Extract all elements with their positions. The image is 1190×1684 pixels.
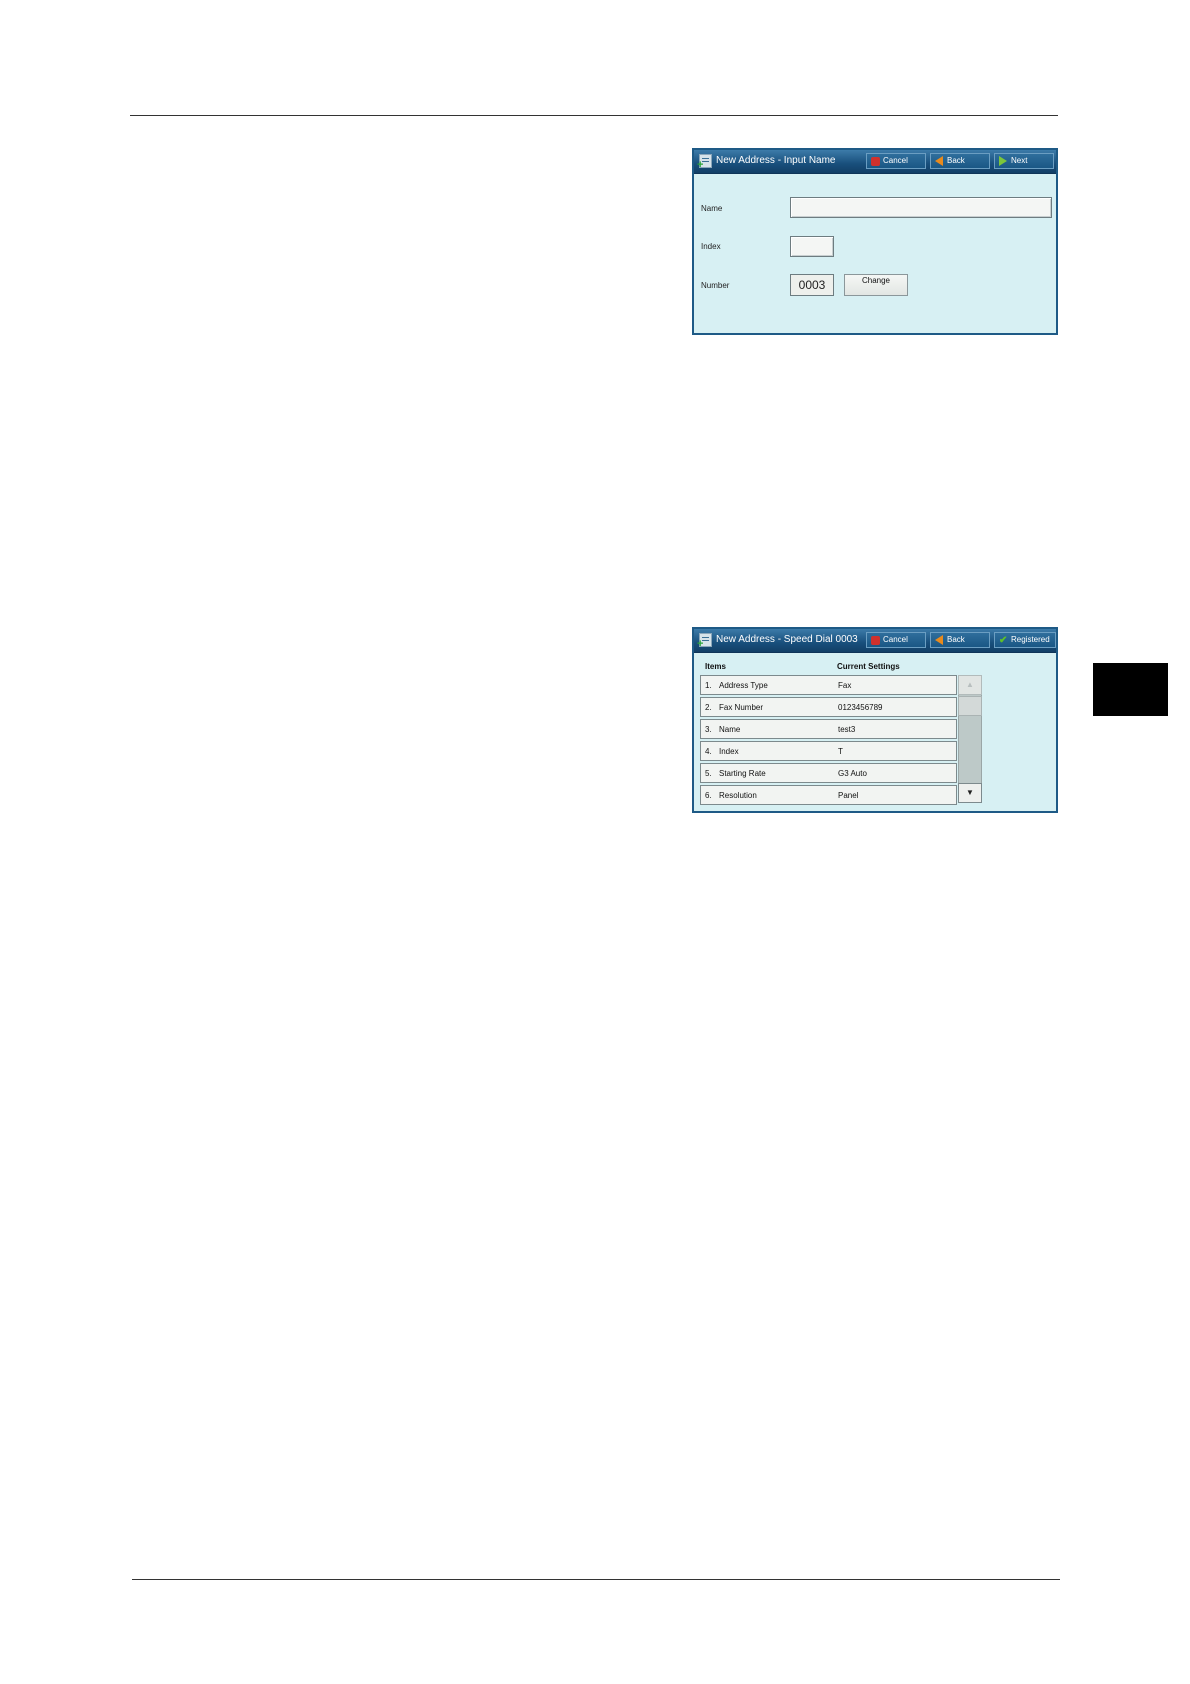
footer-rule — [132, 1579, 1060, 1580]
settings-row-address-type[interactable]: 1. Address Type Fax — [700, 675, 957, 695]
row-value: T — [838, 747, 843, 756]
cancel-icon — [871, 157, 880, 166]
screen-title: New Address - Speed Dial 0003 — [716, 634, 858, 645]
next-arrow-icon — [999, 156, 1007, 166]
cancel-label: Cancel — [883, 156, 908, 165]
scroll-up-button[interactable]: ▲ — [958, 675, 982, 695]
number-value: 0003 — [790, 274, 834, 296]
title-bar: New Address - Speed Dial 0003 Cancel Bac… — [694, 629, 1056, 653]
cancel-button[interactable]: Cancel — [866, 632, 926, 648]
settings-row-name[interactable]: 3. Name test3 — [700, 719, 957, 739]
next-label: Next — [1011, 156, 1028, 165]
row-number: 4. — [705, 747, 712, 756]
name-label: Name — [701, 204, 723, 213]
back-button[interactable]: Back — [930, 632, 990, 648]
screen-title: New Address - Input Name — [716, 155, 836, 166]
change-button[interactable]: Change — [844, 274, 908, 296]
row-item: Index — [719, 747, 739, 756]
speed-dial-screen: New Address - Speed Dial 0003 Cancel Bac… — [692, 627, 1058, 813]
row-item: Fax Number — [719, 703, 764, 712]
header-rule — [130, 115, 1058, 116]
registered-label: Registered — [1011, 635, 1050, 644]
title-bar: New Address - Input Name Cancel Back Nex… — [694, 150, 1056, 174]
cancel-label: Cancel — [883, 635, 908, 644]
row-item: Starting Rate — [719, 769, 766, 778]
checkmark-icon: ✔ — [999, 635, 1008, 646]
input-name-screen: New Address - Input Name Cancel Back Nex… — [692, 148, 1058, 335]
back-label: Back — [947, 635, 965, 644]
cancel-icon — [871, 636, 880, 645]
row-number: 6. — [705, 791, 712, 800]
next-button[interactable]: Next — [994, 153, 1054, 169]
row-item: Resolution — [719, 791, 757, 800]
registered-button[interactable]: ✔ Registered — [994, 632, 1056, 648]
row-item: Address Type — [719, 681, 768, 690]
new-address-icon — [697, 154, 712, 171]
row-number: 1. — [705, 681, 712, 690]
row-item: Name — [719, 725, 741, 734]
settings-row-fax-number[interactable]: 2. Fax Number 0123456789 — [700, 697, 957, 717]
row-value: 0123456789 — [838, 703, 883, 712]
back-arrow-icon — [935, 635, 943, 645]
row-number: 2. — [705, 703, 712, 712]
chapter-tab-marker — [1093, 663, 1168, 716]
scroll-down-button[interactable]: ▼ — [958, 783, 982, 803]
items-column-header: Items — [705, 662, 726, 671]
back-button[interactable]: Back — [930, 153, 990, 169]
settings-row-index[interactable]: 4. Index T — [700, 741, 957, 761]
back-label: Back — [947, 156, 965, 165]
settings-row-starting-rate[interactable]: 5. Starting Rate G3 Auto — [700, 763, 957, 783]
index-label: Index — [701, 242, 721, 251]
row-number: 5. — [705, 769, 712, 778]
number-label: Number — [701, 281, 730, 290]
settings-row-resolution[interactable]: 6. Resolution Panel — [700, 785, 957, 805]
row-number: 3. — [705, 725, 712, 734]
name-input[interactable] — [790, 197, 1052, 218]
row-value: Fax — [838, 681, 852, 690]
cancel-button[interactable]: Cancel — [866, 153, 926, 169]
new-address-icon — [697, 633, 712, 650]
row-value: test3 — [838, 725, 856, 734]
back-arrow-icon — [935, 156, 943, 166]
index-input[interactable] — [790, 236, 834, 257]
current-settings-column-header: Current Settings — [837, 662, 900, 671]
row-value: G3 Auto — [838, 769, 867, 778]
row-value: Panel — [838, 791, 859, 800]
scrollbar-thumb[interactable] — [958, 696, 982, 716]
